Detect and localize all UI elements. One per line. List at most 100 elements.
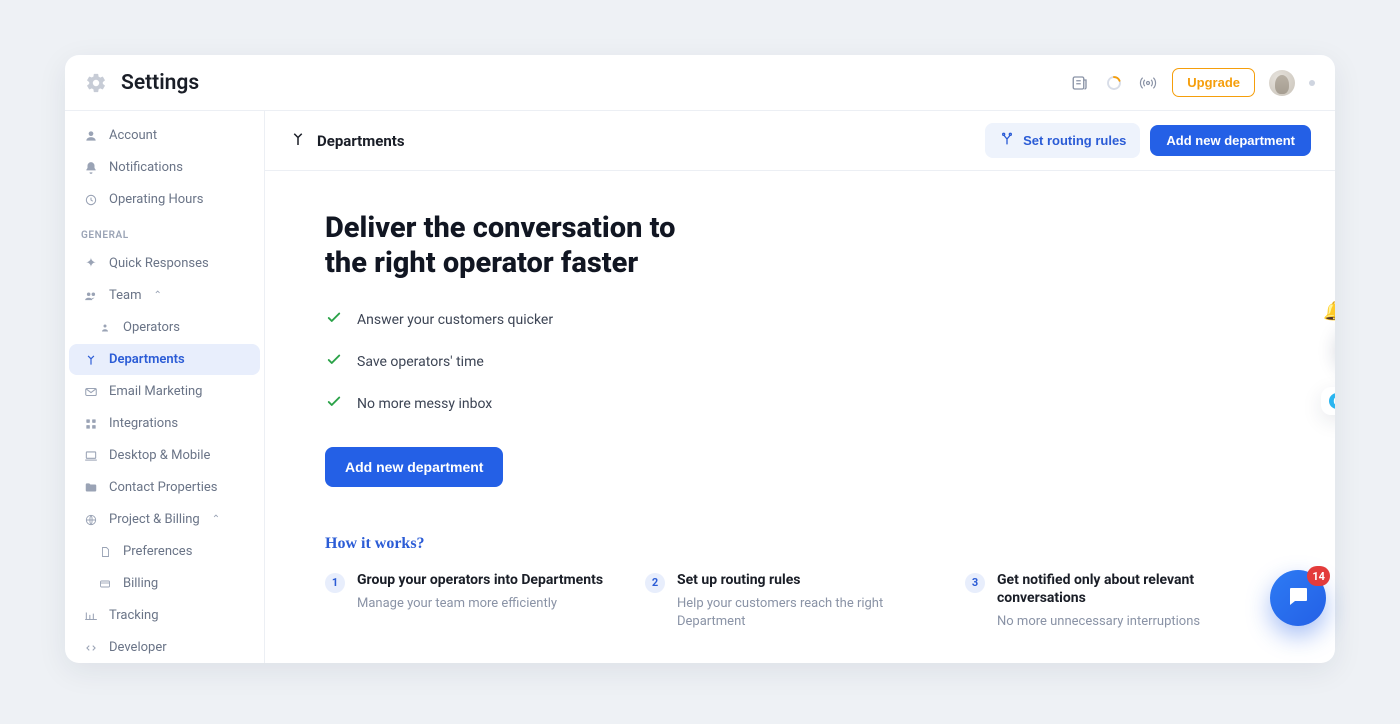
content: Deliver the conversation to the right op… [265, 171, 1335, 631]
upgrade-button[interactable]: Upgrade [1172, 68, 1255, 97]
sidebar: Account Notifications Operating Hours GE… [65, 111, 265, 663]
step-number: 2 [645, 573, 665, 593]
doc-icon [97, 546, 113, 558]
sidebar-item-label: Project & Billing [109, 512, 200, 527]
sidebar-item-project-billing[interactable]: Project & Billing ⌃ [69, 504, 260, 535]
step-title: Get notified only about relevant convers… [997, 571, 1245, 607]
check-icon [325, 393, 343, 415]
sidebar-item-label: Integrations [109, 416, 178, 431]
sidebar-item-desktop-mobile[interactable]: Desktop & Mobile [69, 440, 260, 471]
gear-icon [85, 72, 107, 94]
check-item: No more messy inbox [325, 393, 1245, 415]
set-routing-button[interactable]: Set routing rules [985, 123, 1140, 158]
app-window: Settings Upgrade Account [65, 55, 1335, 663]
sidebar-item-label: Tracking [109, 608, 159, 623]
sidebar-item-integrations[interactable]: Integrations [69, 408, 260, 439]
person-icon [83, 129, 99, 143]
track-icon [83, 609, 99, 623]
sidebar-item-billing[interactable]: Billing [69, 568, 260, 599]
sidebar-item-label: Notifications [109, 160, 183, 175]
sidebar-item-label: Developer [109, 640, 167, 655]
sidebar-item-label: Operating Hours [109, 192, 203, 207]
sidebar-item-departments[interactable]: Departments [69, 344, 260, 375]
step-desc: No more unnecessary interruptions [997, 613, 1245, 631]
sidebar-item-hours[interactable]: Operating Hours [69, 184, 260, 215]
sidebar-item-notifications[interactable]: Notifications [69, 152, 260, 183]
step-desc: Help your customers reach the right Depa… [677, 595, 925, 631]
sidebar-item-team[interactable]: Team ⌃ [69, 280, 260, 311]
page-title: Settings [121, 71, 199, 95]
main: Departments Set routing rules Add new de… [265, 111, 1335, 663]
conv-card: C [1321, 387, 1335, 415]
code-icon [83, 641, 99, 655]
step-desc: Manage your team more efficiently [357, 595, 603, 613]
sidebar-item-tracking[interactable]: Tracking [69, 600, 260, 631]
sub-header: Departments Set routing rules Add new de… [265, 111, 1335, 171]
how-it-works-heading: How it works? [325, 535, 1245, 553]
button-label: Set routing rules [1023, 133, 1126, 148]
sidebar-item-label: Email Marketing [109, 384, 202, 399]
body: Account Notifications Operating Hours GE… [65, 111, 1335, 663]
sub-header-left: Departments [289, 130, 405, 152]
step-2: 2 Set up routing rules Help your custome… [645, 571, 925, 632]
people-icon [83, 289, 99, 303]
sidebar-item-contact-properties[interactable]: Contact Properties [69, 472, 260, 503]
sidebar-item-label: Team [109, 288, 142, 303]
sidebar-item-label: Preferences [123, 544, 192, 559]
route-icon [83, 353, 99, 367]
step-number: 1 [325, 573, 345, 593]
step-3: 3 Get notified only about relevant conve… [965, 571, 1245, 632]
step-number: 3 [965, 573, 985, 593]
check-item: Answer your customers quicker [325, 309, 1245, 331]
sub-header-title: Departments [317, 132, 405, 150]
more-icon[interactable] [1309, 80, 1315, 86]
chevron-up-icon: ⌃ [212, 514, 220, 525]
sidebar-item-operators[interactable]: Operators [69, 312, 260, 343]
check-item: Save operators' time [325, 351, 1245, 373]
bell-icon [83, 161, 99, 175]
sidebar-item-label: Billing [123, 576, 158, 591]
bolt-icon: ✦ [83, 256, 99, 271]
sidebar-item-label: Quick Responses [109, 256, 209, 271]
check-icon [325, 309, 343, 331]
add-department-button[interactable]: Add new department [1150, 125, 1311, 156]
clock-icon [83, 193, 99, 207]
chat-fab[interactable]: 14 [1270, 570, 1326, 626]
avatar[interactable] [1269, 70, 1295, 96]
check-label: Answer your customers quicker [357, 312, 553, 328]
chat-icon [1286, 584, 1310, 612]
step-1: 1 Group your operators into Departments … [325, 571, 605, 632]
topbar: Settings Upgrade [65, 55, 1335, 111]
sidebar-item-email-marketing[interactable]: Email Marketing [69, 376, 260, 407]
mail-icon [83, 385, 99, 399]
sidebar-item-account[interactable]: Account [69, 120, 260, 151]
laptop-icon [83, 449, 99, 463]
steps: 1 Group your operators into Departments … [325, 571, 1245, 632]
step-title: Group your operators into Departments [357, 571, 603, 589]
topbar-right: Upgrade [1070, 68, 1315, 97]
route-icon [289, 130, 307, 152]
folder-icon [83, 481, 99, 495]
sidebar-item-developer[interactable]: Developer [69, 632, 260, 663]
sidebar-item-label: Contact Properties [109, 480, 218, 495]
hero-title: Deliver the conversation to the right op… [325, 211, 685, 281]
sidebar-item-label: Operators [123, 320, 180, 335]
broadcast-icon[interactable] [1138, 73, 1158, 93]
bell-alert-icon: 🔔 [1323, 301, 1335, 322]
sidebar-item-quick-responses[interactable]: ✦ Quick Responses [69, 248, 260, 279]
sidebar-item-label: Desktop & Mobile [109, 448, 210, 463]
card-icon [97, 578, 113, 590]
dept-badge-c: C [1329, 393, 1335, 409]
hero-checks: Answer your customers quicker Save opera… [325, 309, 1245, 415]
sub-header-right: Set routing rules Add new department [985, 123, 1311, 158]
hero: Deliver the conversation to the right op… [265, 211, 1265, 631]
sidebar-item-label: Departments [109, 352, 185, 367]
add-department-cta[interactable]: Add new department [325, 447, 503, 487]
sidebar-item-preferences[interactable]: Preferences [69, 536, 260, 567]
check-label: Save operators' time [357, 354, 484, 370]
activity-ring-icon[interactable] [1104, 73, 1124, 93]
operator-icon [97, 322, 113, 334]
illustration-lines [1265, 211, 1335, 471]
news-icon[interactable] [1070, 73, 1090, 93]
globe-icon [83, 513, 99, 527]
